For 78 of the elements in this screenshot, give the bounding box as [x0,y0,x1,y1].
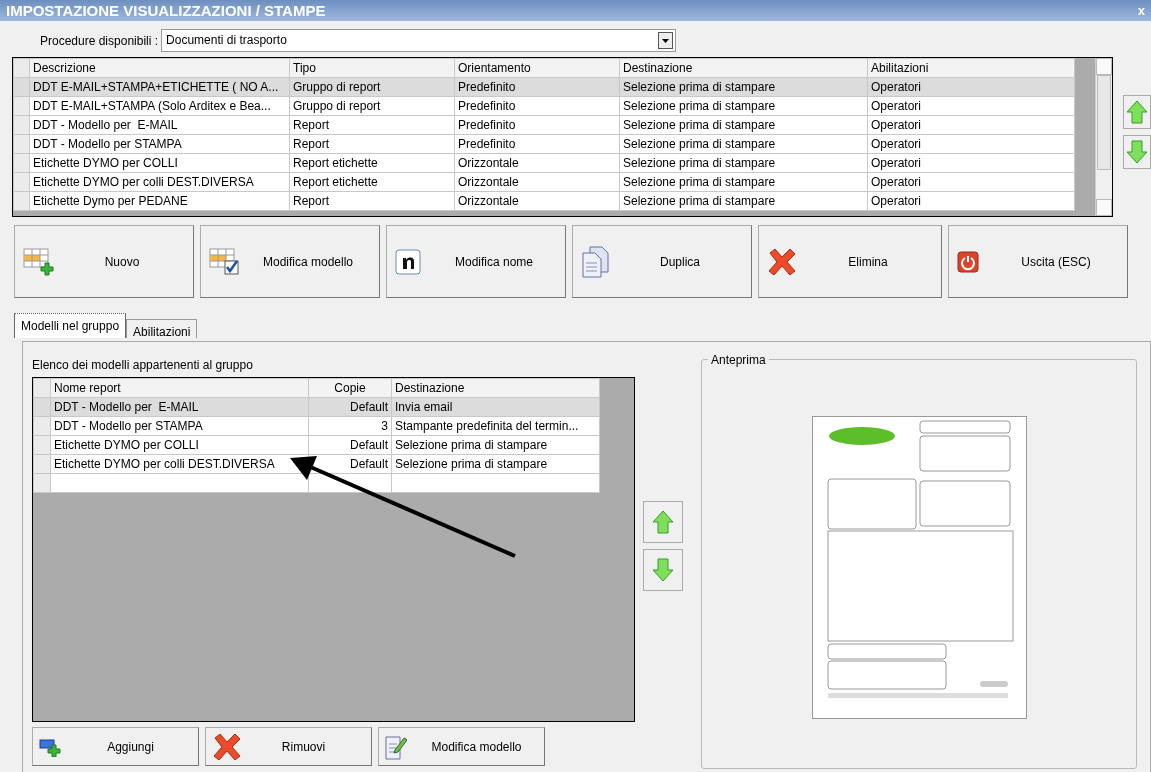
table-cell: Etichette DYMO per COLLI [29,153,290,173]
table-cell: 3 [308,416,392,436]
scrollbar[interactable] [1095,58,1112,216]
arrow-up-icon [652,510,674,534]
panel-button[interactable]: Rimuovi [205,727,372,766]
dropdown-field[interactable]: Documenti di trasporto [161,29,677,52]
column-header[interactable]: Orientamento [454,58,620,78]
table-cell: Report etichette [289,172,455,192]
table-cell: Selezione prima di stampare [619,96,868,116]
table-cell: Selezione prima di stampare [619,191,868,211]
table-cell: DDT E-MAIL+STAMPA (Solo Arditex e Bea... [29,96,290,116]
table-cell: DDT - Modello per E-MAIL [29,115,290,135]
toolbar-button[interactable]: Duplica [572,225,752,298]
table-cell: DDT - Modello per STAMPA [29,134,290,154]
move-down-button[interactable] [1123,135,1151,169]
panel-button[interactable]: Modifica modello [378,727,545,766]
edit-document-icon [385,733,407,760]
grid-check-icon [209,246,241,277]
table-cell: Operatori [867,115,1075,135]
table-cell: Operatori [867,134,1075,154]
table-cell: Gruppo di report [289,96,455,116]
column-header[interactable]: Abilitazioni [867,58,1075,78]
arrow-up-icon [1126,100,1148,124]
table-cell: Etichette DYMO per COLLI [50,435,309,455]
table-cell: Report etichette [289,153,455,173]
panel-button[interactable]: Aggiungi [32,727,199,766]
table-cell: Etichette Dymo per PEDANE [29,191,290,211]
table-cell: Report [289,134,455,154]
toolbar-button[interactable]: Uscita (ESC) [948,225,1128,298]
field-label: Procedure disponibili : [40,32,159,50]
table-cell: Default [308,435,392,455]
table-cell: Orizzontale [454,153,620,173]
table-cell: Operatori [867,96,1075,116]
table-cell: Selezione prima di stampare [391,454,600,474]
power-icon [957,250,979,273]
table-cell: Predefinito [454,134,620,154]
move-up-button[interactable] [1123,95,1151,129]
table-cell: Selezione prima di stampare [619,172,868,192]
table-cell: Stampante predefinita del termin... [391,416,600,436]
grid-plus-icon [23,246,55,277]
table-cell: Predefinito [454,115,620,135]
caption-text: Elenco dei modelli appartenenti al gruppo [32,357,254,374]
table-cell: Selezione prima di stampare [619,153,868,173]
table-cell: DDT - Modello per STAMPA [50,416,309,436]
move-down-button[interactable] [643,549,683,591]
copy-icon [581,245,611,278]
table-cell: Operatori [867,172,1075,192]
table-cell: Selezione prima di stampare [619,115,868,135]
table-cell: Predefinito [454,96,620,116]
toolbar-button[interactable]: Nuovo [14,225,194,298]
column-header[interactable]: Copie [308,378,392,398]
table-cell: Selezione prima di stampare [619,134,868,154]
table-cell: Operatori [867,191,1075,211]
table-cell: Orizzontale [454,172,620,192]
table-cell: Selezione prima di stampare [391,435,600,455]
toolbar-button[interactable]: Elimina [758,225,942,298]
delete-icon [212,732,242,761]
table-cell: Report [289,191,455,211]
table-cell: Report [289,115,455,135]
toolbar-button[interactable]: Modifica nome [386,225,566,298]
tab[interactable]: Abilitazioni [126,319,198,338]
column-header[interactable]: Descrizione [29,58,290,78]
table-cell: Orizzontale [454,191,620,211]
toolbar-button[interactable]: Modifica modello [200,225,380,298]
column-header[interactable]: Destinazione [391,378,600,398]
column-header[interactable]: Nome report [50,378,309,398]
delete-icon [767,247,797,276]
column-header[interactable]: Tipo [289,58,455,78]
letter-n-icon [395,248,421,275]
column-header[interactable]: Destinazione [619,58,868,78]
move-up-button[interactable] [643,501,683,543]
add-icon [39,736,63,757]
table-cell: Etichette DYMO per colli DEST.DIVERSA [29,172,290,192]
window-title: IMPOSTAZIONE VISUALIZZAZIONI / STAMPE [6,1,326,21]
table-cell: Operatori [867,153,1075,173]
arrow-down-icon [1126,140,1148,164]
tab[interactable]: Modelli nel gruppo [14,313,127,338]
arrow-down-icon [652,558,674,582]
